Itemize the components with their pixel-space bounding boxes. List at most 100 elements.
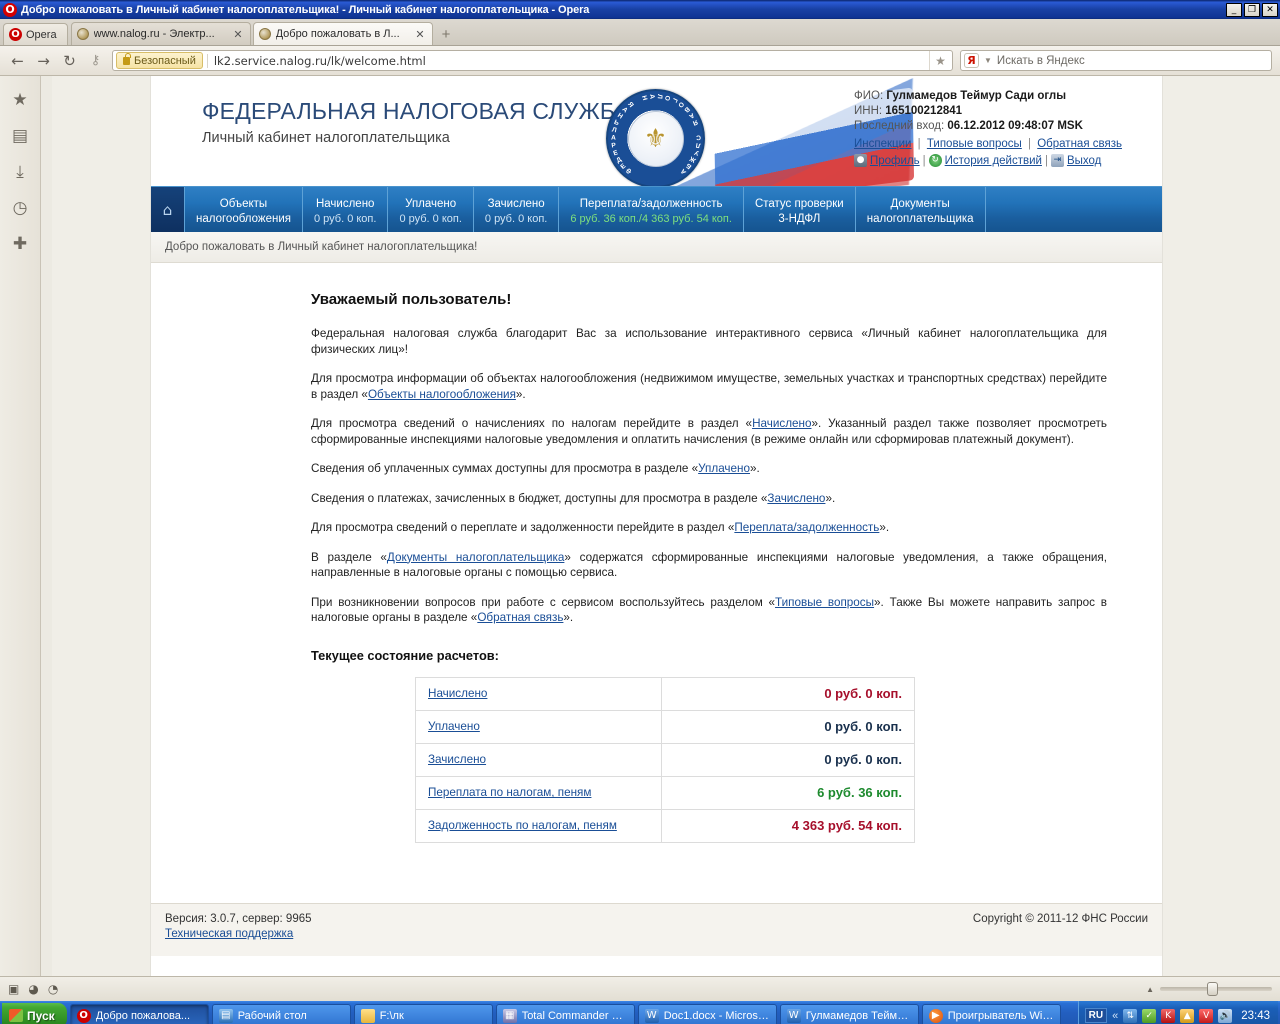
taskbar-item[interactable]: O Добро пожалова...	[69, 1004, 209, 1024]
search-bar[interactable]: Я ▼ Искать в Яндекс	[960, 50, 1272, 71]
add-panel-icon[interactable]: ✚	[13, 234, 27, 254]
inline-link[interactable]: Документы налогоплательщика	[387, 551, 565, 564]
forward-icon[interactable]: →	[34, 51, 53, 70]
table-row-link[interactable]: Уплачено	[428, 720, 480, 733]
inline-link[interactable]: Обратная связь	[477, 611, 563, 624]
word-icon: W	[644, 1008, 659, 1023]
maximize-button[interactable]: ❐	[1244, 2, 1260, 17]
paragraph: Сведения о платежах, зачисленных в бюдже…	[311, 491, 1107, 507]
windows-flag-icon	[9, 1009, 23, 1022]
fio-value: Гулмамедов Теймур Сади оглы	[886, 90, 1067, 102]
fts-emblem-icon: ФЕДЕРАЛЬНАЯ НАЛОГОВАЯ СЛУЖБА ⚜	[606, 89, 705, 186]
minimize-button[interactable]: _	[1226, 2, 1242, 17]
favicon-icon	[258, 28, 271, 40]
turbo-icon[interactable]: ◕	[28, 982, 38, 996]
table-row-link[interactable]: Переплата по налогам, пеням	[428, 786, 591, 799]
taskbar-item[interactable]: W Гулмамедов Теймур...	[779, 1004, 919, 1024]
tray-expand-icon[interactable]: «	[1112, 1010, 1118, 1022]
signal-icon[interactable]: ▲	[1180, 1008, 1195, 1023]
opera-menu-label: Opera	[26, 28, 57, 41]
taskbar-item[interactable]: ▦ Total Commander 7....	[495, 1004, 635, 1024]
browser-tab-2[interactable]: Добро пожаловать в Л... ✕	[252, 22, 433, 45]
notes-icon[interactable]: ▤	[12, 126, 28, 146]
zoom-control[interactable]: ▲	[1146, 982, 1272, 996]
images-toggle-icon[interactable]: ◔	[48, 982, 58, 996]
link-profile[interactable]: Профиль	[870, 155, 920, 167]
taskbar-item[interactable]: W Doc1.docx - Microsof...	[637, 1004, 777, 1024]
link-faq[interactable]: Типовые вопросы	[927, 138, 1022, 150]
inline-link[interactable]: Типовые вопросы	[775, 596, 874, 609]
inline-link[interactable]: Объекты налогообложения	[368, 388, 516, 401]
link-inspections[interactable]: Инспекции	[854, 138, 911, 150]
downloads-icon[interactable]: ⤓	[16, 162, 24, 182]
bookmark-star-icon[interactable]: ★	[929, 51, 951, 70]
support-link[interactable]: Техническая поддержка	[165, 928, 293, 940]
browser-sidebar: ★ ▤ ⤓ ◷ ✚	[0, 76, 41, 976]
key-icon[interactable]: ⚷	[86, 51, 105, 70]
link-action-history[interactable]: История действий	[945, 155, 1042, 167]
inline-link[interactable]: Переплата/задолженность	[734, 521, 879, 534]
paragraph: При возникновении вопросов при работе с …	[311, 595, 1107, 626]
opera-icon: O	[76, 1008, 91, 1023]
network-icon[interactable]: ⇅	[1123, 1008, 1138, 1023]
reload-icon[interactable]: ↻	[60, 51, 79, 70]
zoom-slider-thumb[interactable]	[1207, 982, 1218, 996]
home-icon: ⌂	[162, 200, 173, 219]
inline-link[interactable]: Начислено	[752, 417, 811, 430]
nav-item-ndfl-status[interactable]: Статус проверки 3-НДФЛ	[742, 187, 855, 232]
close-button[interactable]: ✕	[1262, 2, 1278, 17]
inline-link[interactable]: Зачислено	[767, 492, 825, 505]
security-badge[interactable]: Безопасный	[116, 52, 203, 69]
taskbar-item[interactable]: ▶ Проигрыватель Win...	[921, 1004, 1061, 1024]
taskbar-item[interactable]: F:\лк	[353, 1004, 493, 1024]
inline-link[interactable]: Уплачено	[698, 462, 750, 475]
kaspersky-icon[interactable]: K	[1161, 1008, 1176, 1023]
language-indicator[interactable]: RU	[1084, 1008, 1108, 1023]
table-row-link[interactable]: Задолженность по налогам, пеням	[428, 819, 617, 832]
taskbar-item-label: Добро пожалова...	[95, 1009, 191, 1022]
nav-item-objects[interactable]: Объекты налогообложения	[184, 187, 302, 232]
volume-icon[interactable]: 🔊	[1218, 1008, 1233, 1023]
table-row-link[interactable]: Начислено	[428, 687, 487, 700]
history-clock-icon[interactable]: ◷	[13, 198, 28, 218]
nav-item-documents[interactable]: Документы налогоплательщика	[854, 187, 985, 232]
user-links-row-1: Инспекции | Типовые вопросы | Обратная с…	[854, 138, 1154, 150]
search-input[interactable]: Искать в Яндекс	[997, 55, 1085, 67]
nav-label: Переплата/задолженность	[579, 197, 723, 210]
nav-item-paid[interactable]: Уплачено 0 руб. 0 коп.	[387, 187, 472, 232]
paragraph: Для просмотра информации об объектах нал…	[311, 371, 1107, 402]
nav-item-overpayment-debt[interactable]: Переплата/задолженность 6 руб. 36 коп./4…	[558, 187, 743, 232]
opera-menu-button[interactable]: O Opera	[3, 23, 68, 45]
taskbar-items: O Добро пожалова... ▤ Рабочий стол F:\лк ▦ Tot…	[69, 1004, 1061, 1024]
url-bar[interactable]: Безопасный lk2.service.nalog.ru/lk/welco…	[112, 50, 953, 71]
start-button[interactable]: Пуск	[2, 1003, 67, 1024]
nav-item-credited[interactable]: Зачислено 0 руб. 0 коп.	[472, 187, 558, 232]
breadcrumb: Добро пожаловать в Личный кабинет налого…	[151, 232, 1162, 263]
taskbar-item[interactable]: ▤ Рабочий стол	[211, 1004, 351, 1024]
taskbar-clock[interactable]: 23:43	[1241, 1010, 1270, 1022]
paragraph: Федеральная налоговая служба благодарит …	[311, 326, 1107, 357]
nav-home-button[interactable]: ⌂	[151, 187, 184, 232]
close-icon[interactable]: ✕	[413, 28, 426, 41]
greeting-heading: Уважаемый пользователь!	[311, 291, 512, 308]
chevron-down-icon[interactable]: ▼	[984, 56, 992, 65]
divider: |	[1028, 138, 1032, 150]
url-input[interactable]: lk2.service.nalog.ru/lk/welcome.html	[206, 53, 929, 68]
link-feedback[interactable]: Обратная связь	[1037, 138, 1122, 150]
nav-item-accrued[interactable]: Начислено 0 руб. 0 коп.	[301, 187, 387, 232]
link-logout[interactable]: Выход	[1067, 155, 1101, 167]
table-row-link[interactable]: Зачислено	[428, 753, 486, 766]
panel-toggle-icon[interactable]: ▣	[8, 982, 19, 996]
bookmarks-star-icon[interactable]: ★	[12, 90, 27, 110]
window-titlebar: O Добро пожаловать в Личный кабинет нало…	[0, 0, 1280, 19]
browser-tab-1[interactable]: www.nalog.ru - Электр... ✕	[70, 22, 251, 45]
avira-icon[interactable]: V	[1199, 1008, 1214, 1023]
close-icon[interactable]: ✕	[231, 28, 244, 41]
divider: |	[917, 138, 921, 150]
new-tab-button[interactable]: +	[435, 26, 458, 45]
antivirus-shield-icon[interactable]: ✓	[1142, 1008, 1157, 1023]
back-icon[interactable]: ←	[8, 51, 27, 70]
table-cell-value: 4 363 руб. 54 коп.	[661, 808, 915, 843]
zoom-slider-track[interactable]	[1160, 982, 1272, 996]
nav-sub: 0 руб. 0 коп.	[399, 212, 462, 225]
